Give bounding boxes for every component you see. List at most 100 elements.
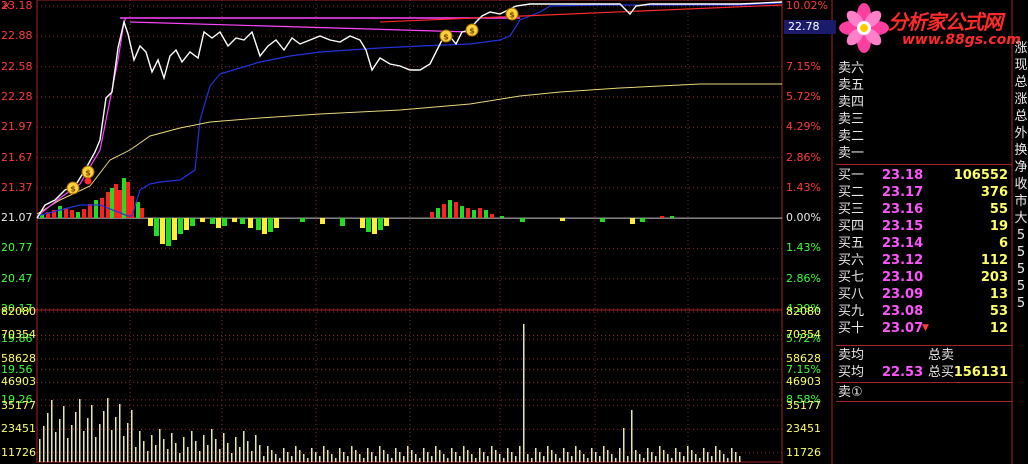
sell-average-row[interactable]: 卖均 总卖 <box>836 347 1012 364</box>
momentum-bar <box>430 212 434 219</box>
volume-bar <box>275 454 277 462</box>
buy-level-volume: 53 <box>989 304 1008 319</box>
buy-average-row[interactable]: 买均 22.53 总买 156131 <box>836 364 1012 381</box>
volume-bar <box>243 431 245 462</box>
momentum-bar <box>172 218 177 241</box>
volume-bar <box>135 447 137 462</box>
volume-bar <box>331 454 333 462</box>
percent-tick-label: 7.15% <box>786 59 821 73</box>
volume-bar <box>187 447 189 462</box>
buy-level-price: 23.12 <box>882 253 924 268</box>
buy-level-row[interactable]: 买四 23.15 19 <box>836 218 1012 235</box>
money-bag-icon: $ <box>439 29 453 43</box>
sell-level-row[interactable]: 卖三 <box>836 111 1012 128</box>
volume-bar <box>391 458 393 462</box>
money-bag-icon: $ <box>66 181 80 195</box>
buy-level-label: 买七 <box>838 270 865 285</box>
sell-level-row[interactable]: 卖五 <box>836 77 1012 94</box>
volume-bar <box>219 449 221 462</box>
volume-bar <box>403 456 405 462</box>
momentum-bar <box>110 188 114 219</box>
volume-bar <box>63 406 65 462</box>
volume-bar <box>191 431 193 462</box>
money-bag-icon: $ <box>465 23 479 37</box>
volume-bar <box>623 428 625 462</box>
percent-tick-label: 10.02% <box>786 0 828 12</box>
volume-bar <box>627 456 629 462</box>
buy-level-row[interactable]: 买九 23.08 53 <box>836 303 1012 320</box>
volume-bar <box>567 452 569 462</box>
trend-line <box>129 21 471 33</box>
momentum-bar <box>154 218 159 237</box>
momentum-bar <box>484 210 488 219</box>
volume-bar <box>55 432 57 462</box>
volume-bar <box>551 450 553 462</box>
volume-tick-label: 58628 <box>1 351 36 365</box>
volume-bar <box>95 437 97 462</box>
volume-bar <box>159 429 161 462</box>
buy-level-row[interactable]: 买八 23.09 13 <box>836 286 1012 303</box>
sell-level-row[interactable]: 卖一 <box>836 145 1012 162</box>
momentum-bar <box>178 218 183 235</box>
volume-bar <box>663 450 665 462</box>
order-book-divider <box>836 382 1012 383</box>
momentum-bar <box>126 182 130 219</box>
flower-logo-icon <box>839 3 889 53</box>
volume-bar <box>407 446 409 462</box>
volume-bar <box>527 454 529 462</box>
sell-one-row[interactable]: 卖① <box>836 384 1012 401</box>
volume-bar <box>107 398 109 462</box>
volume-bar <box>355 450 357 462</box>
buy-level-volume: 376 <box>980 185 1008 200</box>
volume-bar <box>119 404 121 462</box>
volume-bar <box>735 452 737 462</box>
volume-bar <box>647 448 649 462</box>
buy-level-row[interactable]: 买七 23.10 203 <box>836 269 1012 286</box>
momentum-bar <box>166 218 171 247</box>
volume-bar <box>603 446 605 462</box>
volume-bar <box>87 418 89 462</box>
volume-bar <box>75 412 77 462</box>
momentum-bar <box>232 218 237 223</box>
upper-line <box>379 4 783 23</box>
volume-bar <box>547 446 549 462</box>
volume-bar <box>295 446 297 462</box>
volume-bar <box>307 458 309 462</box>
volume-bar <box>39 439 41 462</box>
buy-level-label: 买十 <box>838 321 865 336</box>
sell-level-row[interactable]: 卖二 <box>836 128 1012 145</box>
buy-level-row[interactable]: 买六 23.12 112 <box>836 252 1012 269</box>
volume-bar <box>103 411 105 462</box>
momentum-bar <box>248 218 253 229</box>
buy-level-row[interactable]: 买十 23.07 12 ▼ <box>836 320 1012 337</box>
volume-bar <box>727 458 729 462</box>
volume-bar <box>363 458 365 462</box>
sell-level-row[interactable]: 卖四 <box>836 94 1012 111</box>
buy-level-row[interactable]: 买一 23.18 106552 <box>836 167 1012 184</box>
buy-level-price: 23.16 <box>882 202 924 217</box>
sell-level-row[interactable]: 卖六 <box>836 60 1012 77</box>
volume-bar <box>487 456 489 462</box>
volume-bar <box>691 450 693 462</box>
volume-bar <box>195 441 197 462</box>
buy-level-price: 23.17 <box>882 185 924 200</box>
volume-bar <box>639 454 641 462</box>
volume-bar <box>723 454 725 462</box>
momentum-bar <box>660 216 664 219</box>
momentum-bar <box>274 218 279 229</box>
volume-tick-label: 70354 <box>786 328 821 342</box>
momentum-bar <box>122 178 126 219</box>
momentum-bar <box>360 218 365 229</box>
volume-tick-label: 82080 <box>786 305 821 318</box>
volume-bar <box>131 410 133 462</box>
volume-bar <box>371 452 373 462</box>
buy-level-row[interactable]: 买五 23.14 6 <box>836 235 1012 252</box>
volume-bar <box>739 456 741 462</box>
volume-bar <box>211 429 213 462</box>
buy-level-row[interactable]: 买三 23.16 55 <box>836 201 1012 218</box>
sell-level-label: 卖二 <box>838 129 865 144</box>
buy-level-row[interactable]: 买二 23.17 376 <box>836 184 1012 201</box>
money-bag-icon: $ <box>505 7 519 21</box>
volume-bar <box>519 446 521 462</box>
volume-bar <box>471 454 473 462</box>
